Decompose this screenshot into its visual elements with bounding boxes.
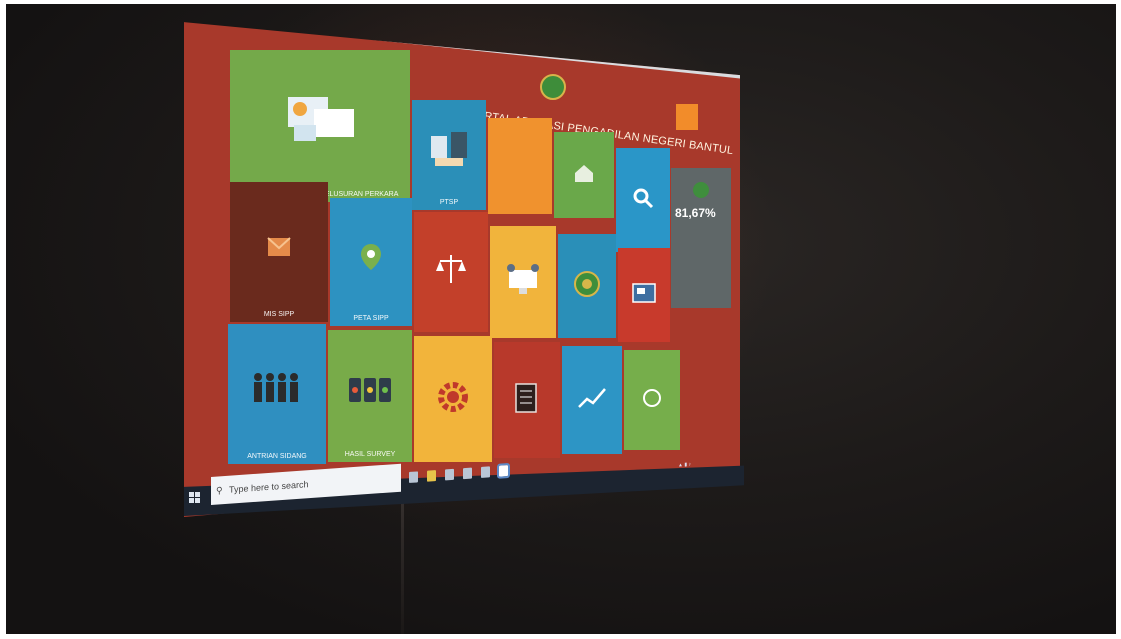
green-tile-3[interactable] <box>624 350 680 450</box>
blue-tile-2[interactable] <box>616 148 670 252</box>
peta-sipp-tile[interactable]: PETA SIPP <box>330 198 412 326</box>
hasil-survey-tile[interactable]: HASIL SURVEY <box>328 330 412 462</box>
circle-icon <box>624 350 680 446</box>
magnifier-icon <box>616 148 670 248</box>
mis-sipp-tile[interactable]: MIS SIPP <box>230 182 328 322</box>
people-queue-icon <box>228 324 326 453</box>
tile-label: PTSP <box>439 199 459 206</box>
house-icon <box>554 132 614 214</box>
map-pin-icon <box>330 198 412 315</box>
checklist-icon <box>494 342 560 454</box>
search-icon: ⚲ <box>216 485 223 496</box>
browser-icon[interactable] <box>497 462 510 479</box>
court-logo-icon <box>540 74 566 100</box>
orange-corner-button[interactable] <box>676 104 698 130</box>
store-icon[interactable] <box>445 468 454 481</box>
ptsp-tile[interactable]: PTSP <box>412 100 486 210</box>
tile-label: HASIL SURVEY <box>344 451 396 458</box>
tile-label: PETA SIPP <box>353 315 389 322</box>
photo-frame: PORTAL APLIKASI PENGADILAN NEGERI BANTUL… <box>6 4 1116 634</box>
phones-icon <box>328 330 412 451</box>
yellow-tile[interactable] <box>490 226 556 338</box>
chart-icon <box>562 346 622 450</box>
blank-icon <box>488 118 552 210</box>
windows-start-icon[interactable] <box>189 492 201 504</box>
search-placeholder: Type here to search <box>229 479 309 495</box>
mail-icon[interactable] <box>463 467 472 480</box>
orange-tile[interactable] <box>488 118 552 214</box>
seal-icon <box>693 182 709 198</box>
satisfaction-percent: 81,67% <box>675 206 716 220</box>
seal-tile[interactable] <box>558 234 616 338</box>
antrian-sidang-tile[interactable]: ANTRIAN SIDANG <box>228 324 326 464</box>
app-icon[interactable] <box>481 466 490 478</box>
jdih-tile[interactable] <box>414 212 488 332</box>
checklist-tile[interactable] <box>494 342 560 458</box>
id-card-icon <box>618 248 670 338</box>
building-handshake-icon <box>412 100 486 199</box>
scales-icon <box>414 212 488 328</box>
chart-tile[interactable] <box>562 346 622 454</box>
sipp-tile[interactable]: SISTEM INFORMASI PENELUSURAN PERKARA <box>230 50 410 202</box>
dashboard-screens-icon <box>230 50 410 191</box>
system-tray[interactable]: ▲ ▮ ♪ <box>678 461 691 468</box>
task-view-icon[interactable] <box>409 471 418 483</box>
envelope-icon <box>230 182 328 311</box>
projected-screen: PORTAL APLIKASI PENGADILAN NEGERI BANTUL… <box>184 22 740 517</box>
screen-inner: PORTAL APLIKASI PENGADILAN NEGERI BANTUL… <box>184 22 740 517</box>
seal-icon <box>558 234 616 334</box>
tile-label: MIS SIPP <box>263 311 295 318</box>
tile-label: ANTRIAN SIDANG <box>247 453 307 460</box>
red-tile-2[interactable] <box>618 248 670 342</box>
gear-tile[interactable] <box>414 336 492 462</box>
survey-result-panel: 81,67% <box>671 168 731 308</box>
computer-people-icon <box>490 226 556 334</box>
gear-icon <box>414 336 492 458</box>
green-tile-2[interactable] <box>554 132 614 218</box>
file-explorer-icon[interactable] <box>427 470 436 482</box>
